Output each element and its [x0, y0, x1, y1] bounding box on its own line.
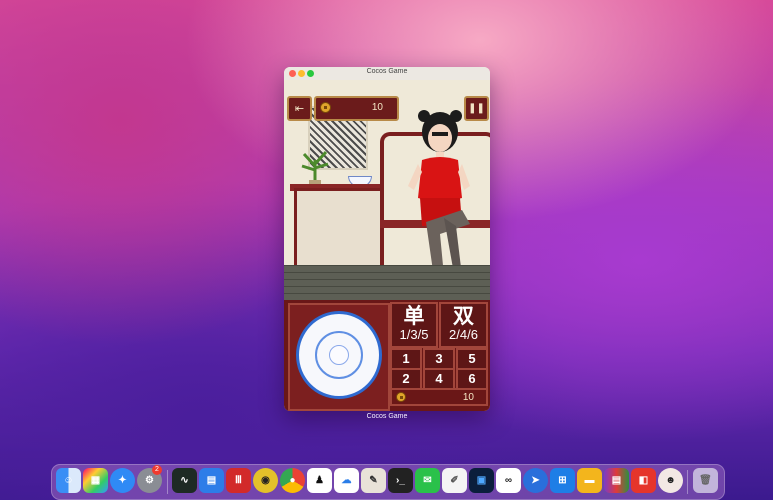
photoshop-icon[interactable]: ▣	[469, 468, 494, 493]
plant-icon	[301, 150, 329, 186]
footer-coin-value: 10	[462, 392, 474, 403]
coin-icon	[320, 102, 331, 113]
bet-even-numbers: 2/4/6	[449, 327, 478, 342]
bet-odd-numbers: 1/3/5	[399, 327, 429, 342]
baidu-netdisk-icon[interactable]: ☁	[334, 468, 359, 493]
window-title: Cocos Game	[366, 68, 408, 75]
app-red-bars-icon[interactable]: Ⅲ	[226, 468, 251, 493]
bet-number-2[interactable]: 2	[390, 368, 422, 390]
wechat-icon[interactable]: ✉	[415, 468, 440, 493]
dock-separator	[167, 470, 168, 494]
bet-number-4[interactable]: 4	[423, 368, 455, 390]
brick-wall	[284, 265, 490, 300]
pdf-app-icon[interactable]: ◧	[631, 468, 656, 493]
app-link-icon[interactable]: ∞	[496, 468, 521, 493]
activity-monitor-icon[interactable]: ∿	[172, 468, 197, 493]
bet-odd-label: 单	[403, 305, 425, 328]
dock-separator	[687, 470, 688, 494]
coin-counter: 10	[314, 96, 399, 121]
bet-even-button[interactable]: 双 2/4/6	[439, 302, 488, 348]
dice-plate[interactable]	[296, 311, 382, 399]
bet-number-5[interactable]: 5	[456, 348, 488, 370]
app-blue-icon[interactable]: ➤	[523, 468, 548, 493]
ue-app-icon[interactable]: ◉	[253, 468, 278, 493]
bet-even-label: 双	[453, 305, 474, 328]
winrar-icon[interactable]: ▤	[604, 468, 629, 493]
bet-number-6[interactable]: 6	[456, 368, 488, 390]
bet-number-1[interactable]: 1	[390, 348, 422, 370]
footer-coin-counter: 10	[390, 388, 488, 406]
title-bar: Cocos Game	[284, 67, 490, 81]
bet-odd-button[interactable]: 单 1/3/5	[390, 302, 438, 348]
trash-icon[interactable]: 🗑	[693, 468, 718, 493]
folder-icon[interactable]: ▬	[577, 468, 602, 493]
numbers-icon[interactable]: ▤	[199, 468, 224, 493]
terminal-icon[interactable]: ›_	[388, 468, 413, 493]
launchpad-icon[interactable]: ▦	[83, 468, 108, 493]
avatar-app-icon[interactable]: ☻	[658, 468, 683, 493]
text-editor-icon[interactable]: ✐	[442, 468, 467, 493]
pause-icon[interactable]: ❚❚	[464, 96, 489, 121]
game-window: Cocos Game ⇤ 10 ❚❚ 单 1/3/5 双 2/4/6 1 3 5…	[284, 67, 490, 411]
coin-value: 10	[371, 102, 383, 113]
betting-panel: 单 1/3/5 双 2/4/6 1 3 5 2 4 6 10	[284, 300, 490, 411]
chrome-icon[interactable]: ●	[280, 468, 305, 493]
exit-door-icon[interactable]: ⇤	[287, 96, 312, 121]
qq-icon[interactable]: ♟	[307, 468, 332, 493]
dock: ☺ ▦ ✦ ⚙ 2 ∿ ▤ Ⅲ ◉ ● ♟ ☁ ✎ ›_ ✉ ✐ ▣ ∞ ➤ ⊞…	[51, 464, 725, 500]
app-editor-icon[interactable]: ✎	[361, 468, 386, 493]
finder-icon[interactable]: ☺	[56, 468, 81, 493]
coin-icon	[396, 392, 406, 402]
window-caption: Cocos Game	[366, 413, 408, 420]
windows-app-icon[interactable]: ⊞	[550, 468, 575, 493]
bet-number-3[interactable]: 3	[423, 348, 455, 370]
notification-badge: 2	[152, 465, 162, 475]
safari-icon[interactable]: ✦	[110, 468, 135, 493]
game-scene: ⇤ 10 ❚❚	[284, 80, 490, 306]
plate-area	[288, 303, 390, 411]
